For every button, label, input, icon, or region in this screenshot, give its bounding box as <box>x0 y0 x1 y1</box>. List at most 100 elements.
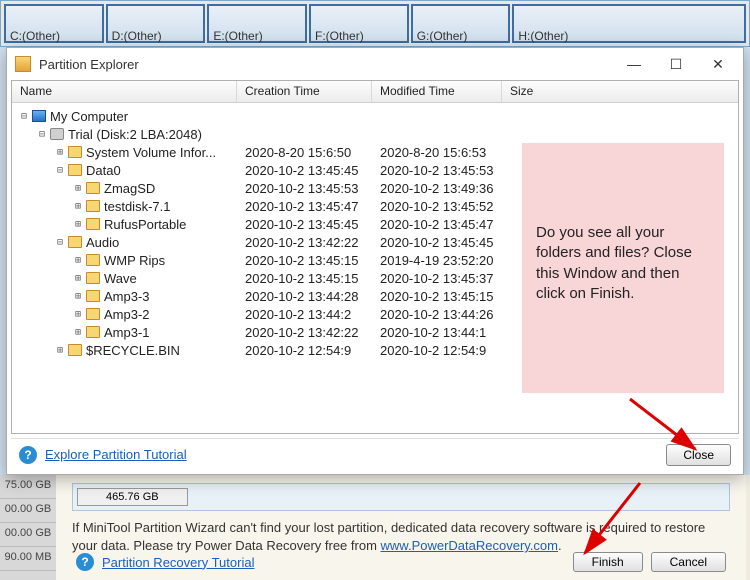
expander-icon[interactable]: ⊞ <box>54 345 66 356</box>
col-creation-time[interactable]: Creation Time <box>237 81 372 102</box>
modified-time-cell: 2020-10-2 13:45:47 <box>372 217 502 232</box>
folder-icon <box>86 272 100 284</box>
folder-icon <box>68 344 82 356</box>
tree-item-label: WMP Rips <box>104 253 165 268</box>
column-headers: Name Creation Time Modified Time Size <box>12 81 738 103</box>
expander-icon[interactable]: ⊞ <box>72 201 84 212</box>
tree-item-label: Amp3-1 <box>104 325 150 340</box>
tree-item-label: Data0 <box>86 163 121 178</box>
tree-row[interactable]: ⊟My Computer <box>12 107 738 125</box>
expander-icon[interactable]: ⊞ <box>72 309 84 320</box>
wizard-panel: 75.00 GB00.00 GB00.00 GB90.00 MB 465.76 … <box>0 475 750 580</box>
sidebar-size-cell: 00.00 GB <box>0 499 56 523</box>
tree-item-label: Amp3-2 <box>104 307 150 322</box>
expander-icon[interactable]: ⊞ <box>72 255 84 266</box>
tree-item-label: testdisk-7.1 <box>104 199 170 214</box>
partition-explorer-dialog: Partition Explorer — ☐ ✕ Name Creation T… <box>6 47 744 475</box>
bg-partition[interactable]: F:(Other) <box>309 4 409 43</box>
expander-icon[interactable]: ⊟ <box>18 111 30 122</box>
expander-icon[interactable]: ⊞ <box>72 291 84 302</box>
explore-partition-tutorial-link[interactable]: Explore Partition Tutorial <box>45 447 187 462</box>
sidebar-size-cell: 75.00 GB <box>0 475 56 499</box>
wizard-main: 465.76 GB If MiniTool Partition Wizard c… <box>56 475 746 580</box>
folder-icon <box>86 290 100 302</box>
expander-icon[interactable]: ⊟ <box>54 165 66 176</box>
bg-partition[interactable]: D:(Other) <box>106 4 206 43</box>
expander-icon[interactable]: ⊟ <box>36 129 48 140</box>
creation-time-cell: 2020-10-2 12:54:9 <box>237 343 372 358</box>
expander-icon[interactable]: ⊞ <box>72 183 84 194</box>
folder-icon <box>86 254 100 266</box>
bg-partition-label: D:(Other) <box>112 29 162 43</box>
tree-item-label: RufusPortable <box>104 217 186 232</box>
tree-item-label: Audio <box>86 235 119 250</box>
expander-icon[interactable]: ⊞ <box>72 327 84 338</box>
bg-partition[interactable]: G:(Other) <box>411 4 511 43</box>
expander-icon[interactable]: ⊞ <box>54 147 66 158</box>
folder-icon <box>86 218 100 230</box>
tree-item-label: Amp3-3 <box>104 289 150 304</box>
window-title: Partition Explorer <box>39 57 613 72</box>
wizard-disk-box: 465.76 GB <box>72 483 730 511</box>
tree-item-label: Wave <box>104 271 137 286</box>
close-window-button[interactable]: ✕ <box>697 50 739 78</box>
creation-time-cell: 2020-10-2 13:42:22 <box>237 325 372 340</box>
cancel-button[interactable]: Cancel <box>651 552 726 572</box>
annotation-note: Do you see all your folders and files? C… <box>522 143 724 393</box>
folder-icon <box>68 236 82 248</box>
modified-time-cell: 2020-10-2 12:54:9 <box>372 343 502 358</box>
tree-item-label: Trial (Disk:2 LBA:2048) <box>68 127 202 142</box>
modified-time-cell: 2020-10-2 13:49:36 <box>372 181 502 196</box>
titlebar: Partition Explorer — ☐ ✕ <box>7 48 743 80</box>
col-size[interactable]: Size <box>502 81 738 102</box>
help-icon[interactable]: ? <box>19 446 37 464</box>
finish-button[interactable]: Finish <box>573 552 643 572</box>
creation-time-cell: 2020-10-2 13:45:45 <box>237 163 372 178</box>
pc-icon <box>32 110 46 122</box>
wizard-msg-post: . <box>558 538 562 553</box>
bg-partition-label: G:(Other) <box>417 29 468 43</box>
bg-partition[interactable]: C:(Other) <box>4 4 104 43</box>
power-data-recovery-link[interactable]: www.PowerDataRecovery.com <box>381 538 558 553</box>
folder-icon <box>86 308 100 320</box>
bg-partition-label: F:(Other) <box>315 29 364 43</box>
expander-icon[interactable]: ⊞ <box>72 273 84 284</box>
maximize-button[interactable]: ☐ <box>655 50 697 78</box>
disk-size-label: 465.76 GB <box>77 488 188 506</box>
tree-row[interactable]: ⊟ Trial (Disk:2 LBA:2048) <box>12 125 738 143</box>
tree-item-label: ZmagSD <box>104 181 155 196</box>
expander-icon[interactable]: ⊟ <box>54 237 66 248</box>
col-name[interactable]: Name <box>12 81 237 102</box>
modified-time-cell: 2020-10-2 13:45:45 <box>372 235 502 250</box>
partition-recovery-tutorial-link[interactable]: Partition Recovery Tutorial <box>102 555 254 570</box>
dialog-footer: ? Explore Partition Tutorial Close <box>11 438 739 470</box>
creation-time-cell: 2020-10-2 13:45:15 <box>237 271 372 286</box>
creation-time-cell: 2020-10-2 13:45:47 <box>237 199 372 214</box>
close-button[interactable]: Close <box>666 444 731 466</box>
wizard-sidebar: 75.00 GB00.00 GB00.00 GB90.00 MB <box>0 475 56 580</box>
bg-partition[interactable]: E:(Other) <box>207 4 307 43</box>
help-icon[interactable]: ? <box>76 553 94 571</box>
wizard-message: If MiniTool Partition Wizard can't find … <box>72 519 730 555</box>
modified-time-cell: 2020-10-2 13:44:1 <box>372 325 502 340</box>
modified-time-cell: 2020-10-2 13:44:26 <box>372 307 502 322</box>
bg-partition[interactable]: H:(Other) <box>512 4 746 43</box>
minimize-button[interactable]: — <box>613 50 655 78</box>
app-icon <box>15 56 31 72</box>
creation-time-cell: 2020-8-20 15:6:50 <box>237 145 372 160</box>
bg-partition-label: H:(Other) <box>518 29 568 43</box>
expander-icon[interactable]: ⊞ <box>72 219 84 230</box>
bg-partition-label: C:(Other) <box>10 29 60 43</box>
modified-time-cell: 2020-8-20 15:6:53 <box>372 145 502 160</box>
creation-time-cell: 2020-10-2 13:45:53 <box>237 181 372 196</box>
creation-time-cell: 2020-10-2 13:42:22 <box>237 235 372 250</box>
folder-icon <box>68 146 82 158</box>
col-modified-time[interactable]: Modified Time <box>372 81 502 102</box>
folder-icon <box>68 164 82 176</box>
modified-time-cell: 2020-10-2 13:45:52 <box>372 199 502 214</box>
creation-time-cell: 2020-10-2 13:45:45 <box>237 217 372 232</box>
creation-time-cell: 2020-10-2 13:44:28 <box>237 289 372 304</box>
sidebar-size-cell: 90.00 MB <box>0 547 56 571</box>
modified-time-cell: 2019-4-19 23:52:20 <box>372 253 502 268</box>
file-list-area: Name Creation Time Modified Time Size ⊟M… <box>11 80 739 434</box>
